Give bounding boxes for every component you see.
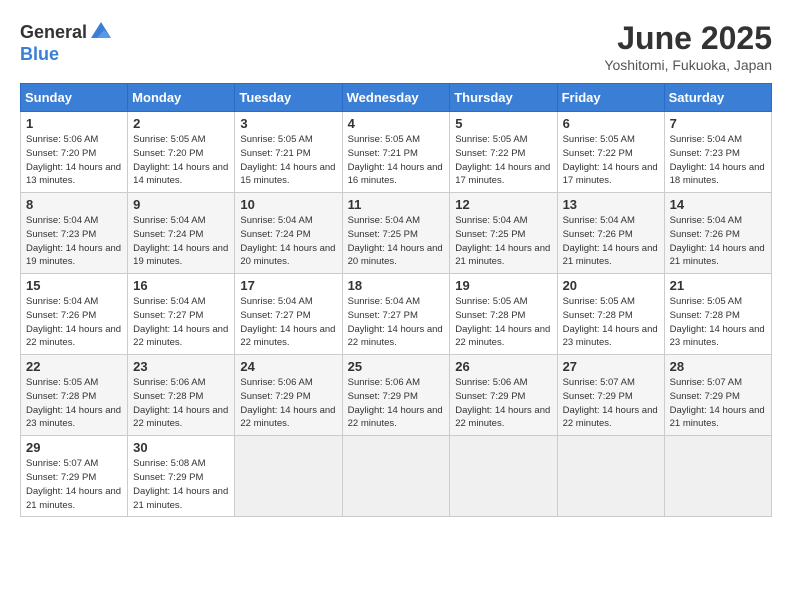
calendar-day: 9Sunrise: 5:04 AMSunset: 7:24 PMDaylight… <box>128 193 235 274</box>
logo-icon <box>89 20 113 44</box>
calendar-day: 14Sunrise: 5:04 AMSunset: 7:26 PMDayligh… <box>664 193 771 274</box>
logo: General Blue <box>20 20 113 65</box>
calendar-day: 7Sunrise: 5:04 AMSunset: 7:23 PMDaylight… <box>664 112 771 193</box>
calendar-week-row: 1Sunrise: 5:06 AMSunset: 7:20 PMDaylight… <box>21 112 772 193</box>
calendar-day <box>450 436 557 517</box>
col-saturday: Saturday <box>664 84 771 112</box>
calendar-header-row: Sunday Monday Tuesday Wednesday Thursday… <box>21 84 772 112</box>
calendar-day: 10Sunrise: 5:04 AMSunset: 7:24 PMDayligh… <box>235 193 342 274</box>
calendar-table: Sunday Monday Tuesday Wednesday Thursday… <box>20 83 772 517</box>
calendar-day: 18Sunrise: 5:04 AMSunset: 7:27 PMDayligh… <box>342 274 450 355</box>
calendar-day: 19Sunrise: 5:05 AMSunset: 7:28 PMDayligh… <box>450 274 557 355</box>
calendar-day: 8Sunrise: 5:04 AMSunset: 7:23 PMDaylight… <box>21 193 128 274</box>
calendar-day: 29Sunrise: 5:07 AMSunset: 7:29 PMDayligh… <box>21 436 128 517</box>
logo-general-text: General <box>20 22 87 43</box>
calendar-day: 26Sunrise: 5:06 AMSunset: 7:29 PMDayligh… <box>450 355 557 436</box>
calendar-day: 13Sunrise: 5:04 AMSunset: 7:26 PMDayligh… <box>557 193 664 274</box>
calendar-day: 24Sunrise: 5:06 AMSunset: 7:29 PMDayligh… <box>235 355 342 436</box>
calendar-day: 11Sunrise: 5:04 AMSunset: 7:25 PMDayligh… <box>342 193 450 274</box>
calendar-day: 17Sunrise: 5:04 AMSunset: 7:27 PMDayligh… <box>235 274 342 355</box>
col-wednesday: Wednesday <box>342 84 450 112</box>
logo-blue-text: Blue <box>20 44 59 65</box>
calendar-day <box>342 436 450 517</box>
calendar-day: 20Sunrise: 5:05 AMSunset: 7:28 PMDayligh… <box>557 274 664 355</box>
calendar-day <box>235 436 342 517</box>
calendar-day: 30Sunrise: 5:08 AMSunset: 7:29 PMDayligh… <box>128 436 235 517</box>
calendar-day: 16Sunrise: 5:04 AMSunset: 7:27 PMDayligh… <box>128 274 235 355</box>
col-friday: Friday <box>557 84 664 112</box>
calendar-day: 25Sunrise: 5:06 AMSunset: 7:29 PMDayligh… <box>342 355 450 436</box>
col-monday: Monday <box>128 84 235 112</box>
page-header: General Blue June 2025 Yoshitomi, Fukuok… <box>20 20 772 73</box>
calendar-week-row: 8Sunrise: 5:04 AMSunset: 7:23 PMDaylight… <box>21 193 772 274</box>
calendar-day: 5Sunrise: 5:05 AMSunset: 7:22 PMDaylight… <box>450 112 557 193</box>
col-sunday: Sunday <box>21 84 128 112</box>
calendar-day: 23Sunrise: 5:06 AMSunset: 7:28 PMDayligh… <box>128 355 235 436</box>
calendar-day: 22Sunrise: 5:05 AMSunset: 7:28 PMDayligh… <box>21 355 128 436</box>
calendar-day: 12Sunrise: 5:04 AMSunset: 7:25 PMDayligh… <box>450 193 557 274</box>
calendar-day <box>557 436 664 517</box>
calendar-day: 21Sunrise: 5:05 AMSunset: 7:28 PMDayligh… <box>664 274 771 355</box>
calendar-subtitle: Yoshitomi, Fukuoka, Japan <box>604 57 772 73</box>
calendar-day: 6Sunrise: 5:05 AMSunset: 7:22 PMDaylight… <box>557 112 664 193</box>
title-block: June 2025 Yoshitomi, Fukuoka, Japan <box>604 20 772 73</box>
calendar-week-row: 22Sunrise: 5:05 AMSunset: 7:28 PMDayligh… <box>21 355 772 436</box>
calendar-title: June 2025 <box>604 20 772 57</box>
calendar-day: 4Sunrise: 5:05 AMSunset: 7:21 PMDaylight… <box>342 112 450 193</box>
calendar-day: 27Sunrise: 5:07 AMSunset: 7:29 PMDayligh… <box>557 355 664 436</box>
calendar-day: 15Sunrise: 5:04 AMSunset: 7:26 PMDayligh… <box>21 274 128 355</box>
calendar-day: 1Sunrise: 5:06 AMSunset: 7:20 PMDaylight… <box>21 112 128 193</box>
col-tuesday: Tuesday <box>235 84 342 112</box>
col-thursday: Thursday <box>450 84 557 112</box>
calendar-day: 28Sunrise: 5:07 AMSunset: 7:29 PMDayligh… <box>664 355 771 436</box>
calendar-week-row: 15Sunrise: 5:04 AMSunset: 7:26 PMDayligh… <box>21 274 772 355</box>
calendar-week-row: 29Sunrise: 5:07 AMSunset: 7:29 PMDayligh… <box>21 436 772 517</box>
calendar-day: 2Sunrise: 5:05 AMSunset: 7:20 PMDaylight… <box>128 112 235 193</box>
calendar-day: 3Sunrise: 5:05 AMSunset: 7:21 PMDaylight… <box>235 112 342 193</box>
calendar-day <box>664 436 771 517</box>
